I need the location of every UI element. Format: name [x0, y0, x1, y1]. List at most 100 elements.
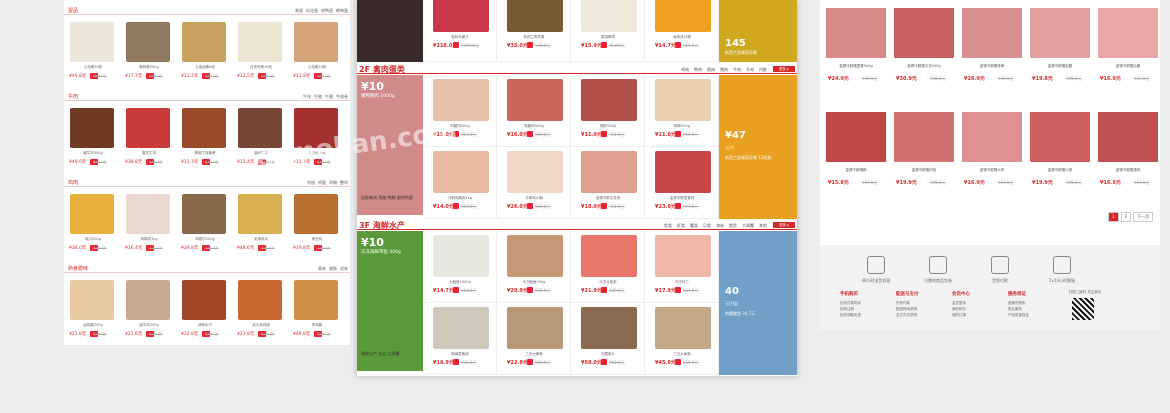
- product-image[interactable]: [294, 280, 338, 320]
- product-card[interactable]: 卤鸡腿300g ¥21.8元 ¥28.0元: [66, 274, 118, 344]
- floor-banner[interactable]: ¥10 嫩鸭胸肉 1000g 冻鲜禽肉 鸡翅 鸭胸 限时特惠: [357, 75, 423, 215]
- floor-tag-link[interactable]: 鹅肉: [707, 67, 715, 73]
- product-name[interactable]: 雪花牛排: [124, 151, 174, 156]
- cart-icon[interactable]: [675, 131, 681, 137]
- floor-tag-link[interactable]: 鱿鱼: [729, 223, 737, 229]
- product-name[interactable]: 鸭掌500g: [647, 124, 717, 129]
- product-card[interactable]: 金锣冷鲜猪颈肉 ¥16.5元 ¥21.0元: [1094, 106, 1160, 192]
- product-image[interactable]: [962, 112, 1022, 162]
- product-card[interactable]: 白壳鸡蛋10枚 ¥12.5元 ¥15.0元: [234, 16, 286, 86]
- product-image[interactable]: [1098, 112, 1158, 162]
- product-card[interactable]: 鸡胸肉1kg ¥16.4元 ¥21.0元: [122, 188, 174, 258]
- product-name[interactable]: 冷冻鱿鱼500g: [499, 280, 569, 285]
- product-name[interactable]: 挪威带鱼段: [425, 352, 495, 357]
- product-card[interactable]: 新西兰奇异果 ¥35.0元 ¥45.0元: [497, 0, 571, 62]
- more-button[interactable]: 更多 ▸: [773, 66, 795, 72]
- product-image[interactable]: [507, 0, 563, 32]
- cart-icon[interactable]: [453, 203, 459, 209]
- cart-icon[interactable]: [527, 203, 533, 209]
- product-image[interactable]: [655, 0, 711, 32]
- product-name[interactable]: 智利车厘子: [425, 35, 495, 40]
- section-tag-link[interactable]: 熏肉: [318, 266, 326, 272]
- floor-tag-link[interactable]: 羊肉: [746, 67, 754, 73]
- product-name[interactable]: 烤全鸡: [292, 237, 342, 242]
- product-name[interactable]: 酱牛肉300g: [68, 151, 118, 156]
- product-card[interactable]: 挪威带鱼段 ¥16.9元 ¥22.0元: [423, 303, 497, 375]
- product-image[interactable]: [655, 151, 711, 193]
- product-name[interactable]: 金锣冷鲜猪里脊500g: [824, 64, 888, 69]
- product-image[interactable]: [238, 280, 282, 320]
- product-card[interactable]: 卤牛肉300g ¥21.6元 ¥28.0元: [122, 274, 174, 344]
- page-next-button[interactable]: 下一页: [1133, 212, 1154, 222]
- more-button[interactable]: 更多 ▸: [773, 222, 795, 228]
- product-name[interactable]: 鸭胗500g: [573, 124, 643, 129]
- product-name[interactable]: 金锣冷鲜猪后腿: [1096, 64, 1160, 69]
- product-name[interactable]: 鸭腿肉500g: [425, 124, 495, 129]
- cart-icon[interactable]: [675, 42, 681, 48]
- floor-tag-link[interactable]: 其他: [759, 223, 767, 229]
- section-tag-link[interactable]: 牛腱: [325, 94, 333, 100]
- product-image[interactable]: [507, 79, 563, 121]
- product-image[interactable]: [70, 194, 114, 234]
- cart-icon[interactable]: [601, 287, 607, 293]
- product-name[interactable]: 金锣冷鲜猪肉馅: [892, 168, 956, 173]
- product-card[interactable]: 金锣冷鲜猪五花500g ¥30.9元 ¥36.0元: [890, 2, 958, 88]
- product-name[interactable]: 冷鲜鸡胸肉1kg: [425, 196, 495, 201]
- product-card[interactable]: 金锣冷鲜五花肉 ¥18.0元 ¥24.0元: [571, 147, 645, 219]
- product-image[interactable]: [433, 151, 489, 193]
- product-card[interactable]: 奥尔良鸡翅 ¥21.8元 ¥28.0元: [234, 274, 286, 344]
- product-name[interactable]: 白壳鸡蛋10枚: [236, 65, 286, 70]
- floor-tag-link[interactable]: 贝类: [703, 223, 711, 229]
- product-card[interactable]: 冷冻北极虾 ¥21.9元 ¥28.0元: [571, 231, 645, 303]
- product-name[interactable]: 大鱿鱼1000g: [425, 280, 495, 285]
- floor-tag-link[interactable]: 猪肉: [720, 67, 728, 73]
- product-name[interactable]: 土鸡蛋30枚: [68, 65, 118, 70]
- section-tag-link[interactable]: 牛排: [303, 94, 311, 100]
- product-card[interactable]: 金锣冷鲜里脊肉 ¥23.0元 ¥27.0元: [645, 147, 719, 219]
- footer-link[interactable]: 支付方式说明: [896, 312, 948, 318]
- product-card[interactable]: 南非进口橙 ¥14.7元 ¥19.0元: [645, 0, 719, 62]
- product-image[interactable]: [581, 235, 637, 277]
- product-name[interactable]: 鸡爪500g: [68, 237, 118, 242]
- product-image[interactable]: [1030, 112, 1090, 162]
- product-image[interactable]: [238, 108, 282, 148]
- section-tag-link[interactable]: 鸡腿: [318, 180, 326, 186]
- section-tag-link[interactable]: 牛腩: [314, 94, 322, 100]
- cart-icon[interactable]: [453, 359, 459, 365]
- product-name[interactable]: 冻鳗鱼片: [573, 352, 643, 357]
- product-name[interactable]: 冷鲜鸡小胸: [499, 196, 569, 201]
- product-name[interactable]: 熏鸡腿: [292, 323, 342, 328]
- product-name[interactable]: 金锣冷鲜猪小排: [1028, 168, 1092, 173]
- product-image[interactable]: [238, 194, 282, 234]
- product-card[interactable]: 冷冻虾仁 ¥17.9元 ¥24.0元: [645, 231, 719, 303]
- product-image[interactable]: [962, 8, 1022, 58]
- product-card[interactable]: 烤全鸡 ¥19.8元 ¥25.0元: [290, 188, 342, 258]
- product-name[interactable]: 金锣冷鲜猪颈肉: [1096, 168, 1160, 173]
- floor-tag-link[interactable]: 大闸蟹: [742, 223, 754, 229]
- product-card[interactable]: 金锣冷鲜猪里脊500g ¥24.9元 ¥30.0元: [822, 2, 890, 88]
- product-card[interactable]: 酱牛肉300g ¥49.0元 ¥58.0元: [66, 102, 118, 172]
- product-name[interactable]: 金锣冷鲜里脊肉: [647, 196, 717, 201]
- product-card[interactable]: 鸭胸肉500g ¥16.0元 ¥20.0元: [497, 75, 571, 147]
- product-card[interactable]: 大鱿鱼1000g ¥14.7元 ¥18.0元: [423, 231, 497, 303]
- product-card[interactable]: 五香卤蛋6枚 ¥12.2元 ¥16.0元: [178, 16, 230, 86]
- footer-link[interactable]: 我的订单: [952, 312, 1004, 318]
- product-card[interactable]: 熏鸡腿 ¥49.8元 ¥58.0元: [290, 274, 342, 344]
- product-name[interactable]: 土鸡蛋10枚: [292, 65, 342, 70]
- product-name[interactable]: 澳洲牛腩: [236, 151, 286, 156]
- product-card[interactable]: 老母鸡汤 ¥48.6元 ¥55.0元: [234, 188, 286, 258]
- product-name[interactable]: 老母鸡汤: [236, 237, 286, 242]
- product-image[interactable]: [70, 108, 114, 148]
- product-image[interactable]: [294, 22, 338, 62]
- section-tag-link[interactable]: 腊肠: [329, 266, 337, 272]
- footer-link[interactable]: 如何领取优惠: [840, 312, 892, 318]
- product-name[interactable]: 三去大黄鱼: [647, 352, 717, 357]
- cart-icon[interactable]: [527, 287, 533, 293]
- product-card[interactable]: 冷鲜鸡小胸 ¥26.0元 ¥32.0元: [497, 147, 571, 219]
- top-banner-image[interactable]: [357, 0, 423, 62]
- product-card[interactable]: 金锣冷鲜猪肉馅 ¥19.9元 ¥25.0元: [890, 106, 958, 192]
- product-image[interactable]: [826, 8, 886, 58]
- cart-icon[interactable]: [675, 287, 681, 293]
- product-image[interactable]: [294, 108, 338, 148]
- product-name[interactable]: 金锣冷鲜五花肉: [573, 196, 643, 201]
